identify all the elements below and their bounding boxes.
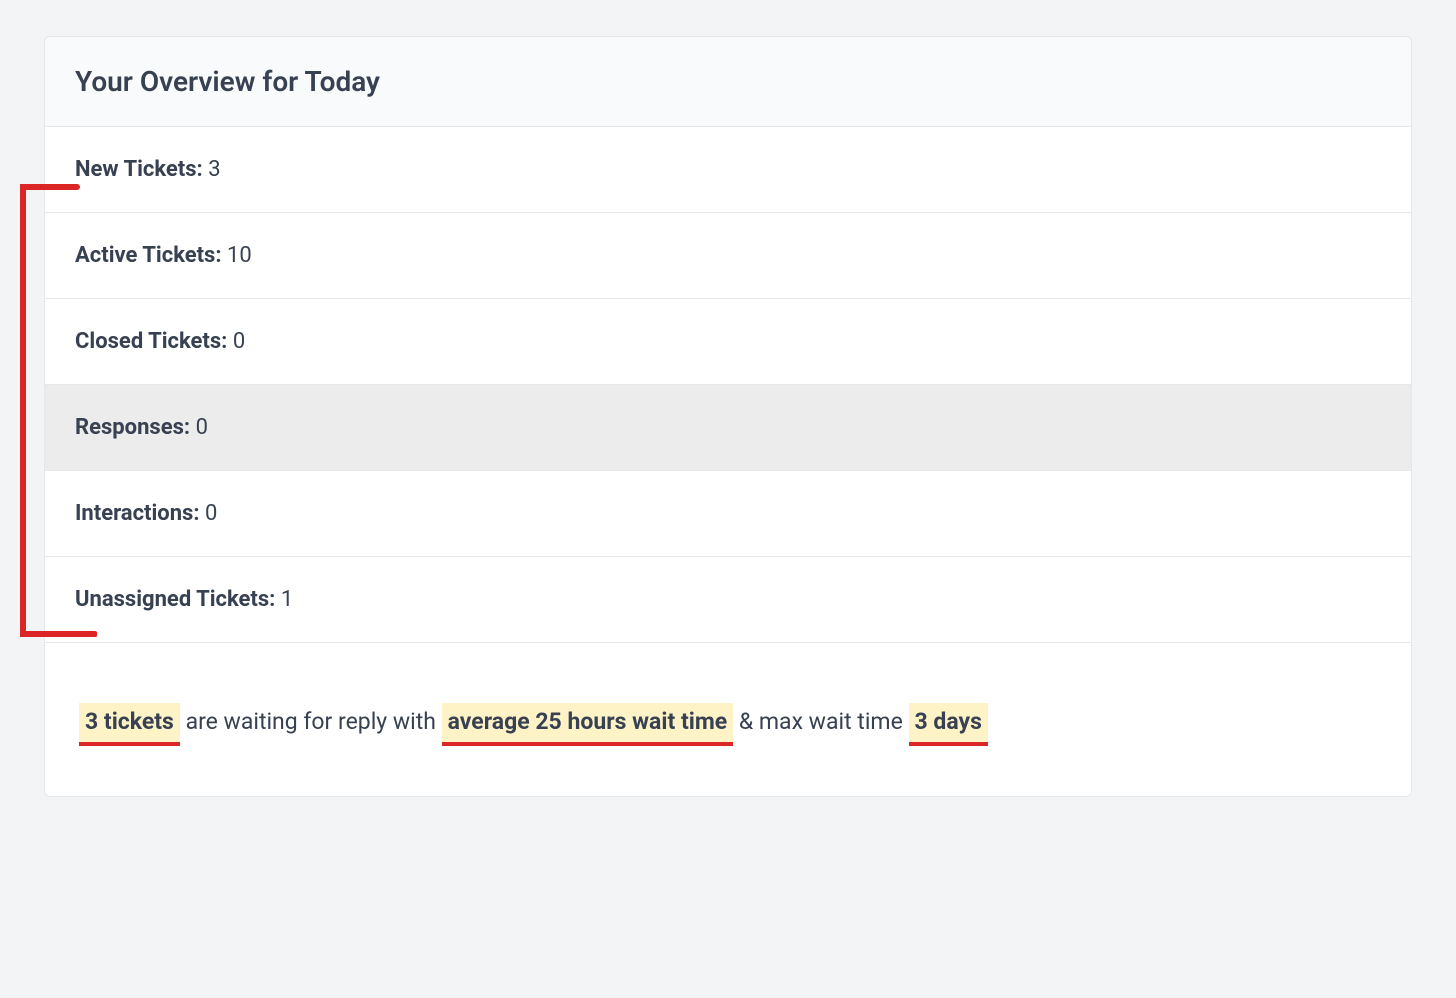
stat-value: 3: [208, 157, 220, 182]
stat-label: Responses:: [75, 415, 190, 440]
summary-text-1: are waiting for reply with: [180, 708, 442, 735]
summary-text-2: & max wait time: [733, 708, 908, 735]
stat-value: 1: [281, 587, 293, 612]
overview-card: Your Overview for Today New Tickets: 3 A…: [44, 36, 1412, 797]
stat-new-tickets[interactable]: New Tickets: 3: [45, 127, 1411, 213]
stat-value: 0: [233, 329, 245, 354]
stat-label: New Tickets:: [75, 157, 203, 182]
stat-unassigned-tickets[interactable]: Unassigned Tickets: 1: [45, 557, 1411, 643]
summary-highlight-avg-wait: average 25 hours wait time: [442, 703, 734, 746]
stat-value: 10: [227, 243, 252, 268]
stat-label: Active Tickets:: [75, 243, 222, 268]
stat-label: Unassigned Tickets:: [75, 587, 275, 612]
summary-text: 3 tickets are waiting for reply with ave…: [45, 643, 1411, 796]
summary-highlight-max-wait: 3 days: [909, 703, 988, 746]
stat-value: 0: [196, 415, 208, 440]
card-header: Your Overview for Today: [45, 37, 1411, 127]
summary-highlight-tickets: 3 tickets: [79, 703, 180, 746]
stat-closed-tickets[interactable]: Closed Tickets: 0: [45, 299, 1411, 385]
stat-interactions[interactable]: Interactions: 0: [45, 471, 1411, 557]
stat-value: 0: [205, 501, 217, 526]
stat-responses[interactable]: Responses: 0: [45, 385, 1411, 471]
stat-label: Interactions:: [75, 501, 200, 526]
stat-label: Closed Tickets:: [75, 329, 227, 354]
stat-active-tickets[interactable]: Active Tickets: 10: [45, 213, 1411, 299]
card-title: Your Overview for Today: [75, 65, 1381, 98]
